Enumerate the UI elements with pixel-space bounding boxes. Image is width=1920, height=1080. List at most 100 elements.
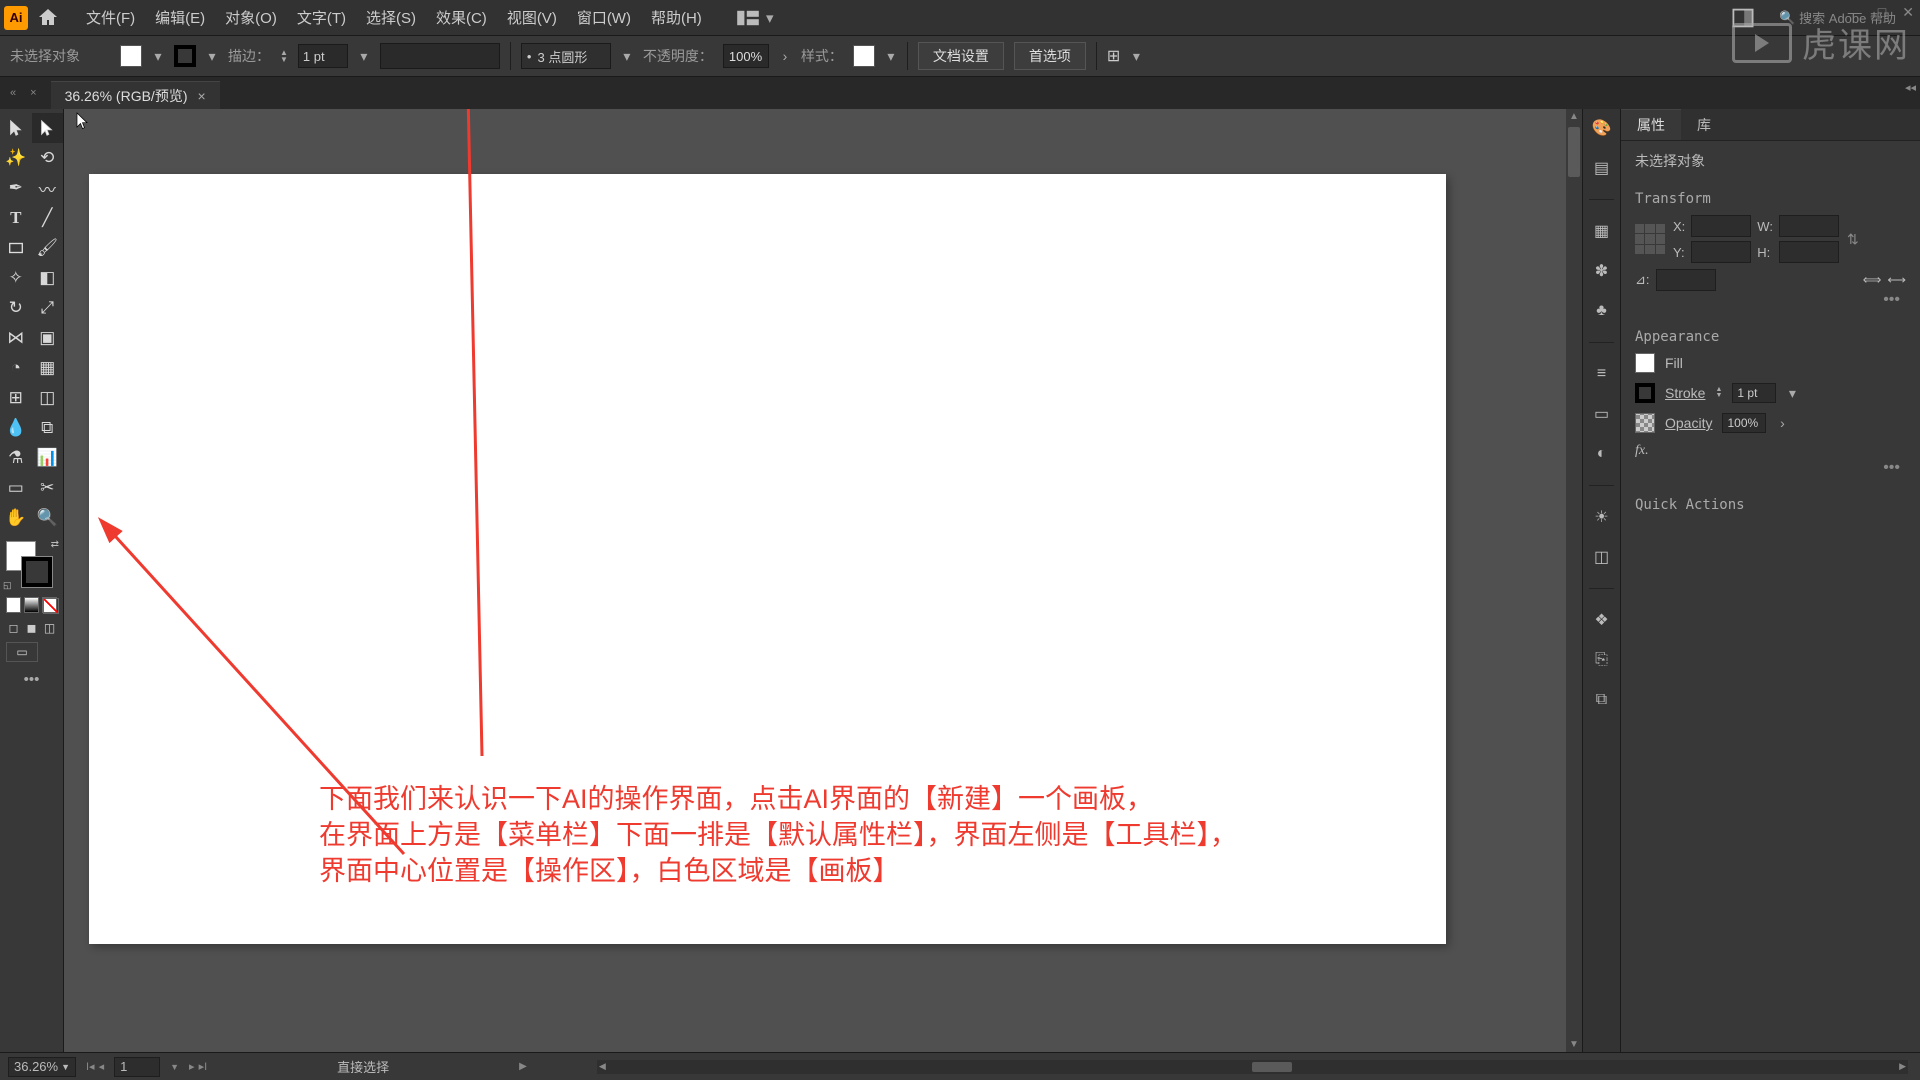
chevron-down-icon[interactable]: ▾	[152, 48, 164, 65]
color-mode-none[interactable]	[42, 597, 57, 613]
flip-v-icon[interactable]: ⟷	[1887, 272, 1906, 288]
curvature-tool[interactable]: 〰	[32, 173, 64, 203]
canvas-workspace[interactable]: 下面我们来认识一下AI的操作界面，点击AI界面的【新建】一个画板， 在界面上方是…	[64, 109, 1582, 1052]
stroke-swatch[interactable]	[174, 45, 196, 67]
close-tab-icon[interactable]: ×	[198, 88, 206, 104]
arrange-docs-icon[interactable]	[736, 6, 760, 30]
draw-normal-icon[interactable]: ◻	[6, 620, 21, 636]
y-input[interactable]	[1691, 241, 1751, 263]
edit-toolbar-icon[interactable]: •••	[0, 665, 63, 688]
angle-input[interactable]	[1656, 269, 1716, 291]
tab-prev-icon[interactable]: «	[10, 87, 16, 99]
magic-wand-tool[interactable]: ✨	[0, 143, 32, 173]
home-icon[interactable]	[36, 6, 60, 30]
screen-mode-button[interactable]: ▭	[0, 639, 63, 665]
brushes-panel-icon[interactable]: ✽	[1591, 260, 1613, 282]
x-input[interactable]	[1691, 215, 1751, 237]
menu-view[interactable]: 视图(V)	[497, 3, 567, 32]
last-artboard-icon[interactable]: ▸I	[199, 1060, 208, 1073]
default-fill-stroke-icon[interactable]: ◱	[3, 580, 12, 591]
chevron-right-icon[interactable]: ›	[779, 48, 791, 64]
fx-label[interactable]: fx.	[1635, 443, 1906, 459]
reference-point-grid[interactable]	[1635, 224, 1665, 254]
artboards-panel-icon[interactable]: ⧉	[1591, 689, 1613, 711]
column-graph-tool[interactable]: 📊	[32, 443, 64, 473]
direct-selection-tool[interactable]	[32, 113, 64, 143]
brush-definition[interactable]: •3 点圆形	[521, 43, 611, 69]
menu-edit[interactable]: 编辑(E)	[145, 3, 215, 32]
appearance-panel-icon[interactable]: ☀	[1591, 506, 1613, 528]
rotate-tool[interactable]: ↻	[0, 293, 32, 323]
draw-behind-icon[interactable]: ◼	[24, 620, 39, 636]
scroll-down-icon[interactable]: ▼	[1566, 1039, 1582, 1050]
fill-stroke-control[interactable]: ⇄ ◱	[0, 537, 64, 593]
selection-tool[interactable]	[0, 113, 32, 143]
chevron-down-icon[interactable]: ▾	[1130, 48, 1142, 65]
vertical-scrollbar[interactable]: ▲ ▼	[1566, 109, 1582, 1052]
menu-help[interactable]: 帮助(H)	[641, 3, 712, 32]
first-artboard-icon[interactable]: I◂	[86, 1060, 95, 1073]
link-wh-icon[interactable]: ⇅	[1847, 231, 1859, 248]
align-icon[interactable]: ⊞	[1107, 46, 1120, 66]
more-options-icon[interactable]: •••	[1635, 291, 1906, 309]
gradient-panel-icon[interactable]: ▭	[1591, 403, 1613, 425]
document-setup-button[interactable]: 文档设置	[918, 42, 1004, 70]
fill-swatch-panel[interactable]	[1635, 353, 1655, 373]
menu-select[interactable]: 选择(S)	[356, 3, 426, 32]
color-mode-solid[interactable]	[6, 597, 21, 613]
chevron-down-icon[interactable]: ▾	[621, 48, 633, 65]
document-tab[interactable]: 36.26% (RGB/预览) ×	[51, 81, 220, 109]
next-artboard-icon[interactable]: ▸	[189, 1060, 195, 1073]
graphic-styles-panel-icon[interactable]: ◫	[1591, 546, 1613, 568]
mesh-tool[interactable]: ⊞	[0, 383, 32, 413]
chevron-down-icon[interactable]: ▾	[1786, 385, 1798, 402]
lasso-tool[interactable]: ⟲	[32, 143, 64, 173]
stroke-weight-panel[interactable]: 1 pt	[1732, 383, 1776, 403]
stroke-stepper[interactable]: ▲▼	[280, 49, 288, 63]
perspective-tool[interactable]: ▦	[32, 353, 64, 383]
artboard-tool[interactable]: ▭	[0, 473, 32, 503]
menu-file[interactable]: 文件(F)	[76, 3, 145, 32]
flip-h-icon[interactable]: ⟺	[1863, 272, 1882, 288]
opacity-input-panel[interactable]: 100%	[1722, 413, 1766, 433]
line-tool[interactable]: ╱	[32, 203, 64, 233]
symbols-panel-icon[interactable]: ♣	[1591, 300, 1613, 322]
menu-type[interactable]: 文字(T)	[287, 3, 356, 32]
menu-object[interactable]: 对象(O)	[215, 3, 287, 32]
tab-libraries[interactable]: 库	[1681, 109, 1727, 140]
pen-tool[interactable]: ✒	[0, 173, 32, 203]
draw-inside-icon[interactable]: ◫	[42, 620, 57, 636]
symbol-sprayer-tool[interactable]: ⚗	[0, 443, 32, 473]
stroke-weight-input[interactable]: 1 pt	[298, 44, 348, 68]
scroll-up-icon[interactable]: ▲	[1566, 111, 1582, 122]
menu-effect[interactable]: 效果(C)	[426, 3, 497, 32]
width-tool[interactable]: ⋈	[0, 323, 32, 353]
hand-tool[interactable]: ✋	[0, 503, 32, 533]
zoom-tool[interactable]: 🔍	[32, 503, 64, 533]
stroke-panel-icon[interactable]: ≡	[1591, 363, 1613, 385]
h-input[interactable]	[1779, 241, 1839, 263]
rectangle-tool[interactable]	[0, 233, 32, 263]
eyedropper-tool[interactable]: 💧	[0, 413, 32, 443]
artboard-number-input[interactable]: 1	[114, 1057, 160, 1077]
style-swatch[interactable]	[853, 45, 875, 67]
eraser-tool[interactable]: ◧	[32, 263, 64, 293]
scrollbar-thumb[interactable]	[1568, 127, 1580, 177]
zoom-level-select[interactable]: 36.26%▼	[8, 1057, 76, 1077]
tab-properties[interactable]: 属性	[1621, 109, 1681, 140]
w-input[interactable]	[1779, 215, 1839, 237]
more-options-icon[interactable]: •••	[1635, 459, 1906, 477]
opacity-swatch-panel[interactable]	[1635, 413, 1655, 433]
slice-tool[interactable]: ✂	[32, 473, 64, 503]
swatches-panel-icon[interactable]: ▦	[1591, 220, 1613, 242]
collapse-panels-icon[interactable]: ◂◂	[1905, 81, 1916, 94]
color-mode-gradient[interactable]	[24, 597, 39, 613]
scroll-right-icon[interactable]: ▶	[1899, 1061, 1906, 1072]
properties-panel-icon[interactable]: ▤	[1591, 157, 1613, 179]
transparency-panel-icon[interactable]: ◐	[1591, 443, 1613, 465]
layers-panel-icon[interactable]: ❖	[1591, 609, 1613, 631]
shaper-tool[interactable]: ✧	[0, 263, 32, 293]
scroll-left-icon[interactable]: ◀	[599, 1061, 606, 1072]
stroke-stepper-panel[interactable]: ▲▼	[1715, 387, 1722, 399]
preferences-button[interactable]: 首选项	[1014, 42, 1086, 70]
